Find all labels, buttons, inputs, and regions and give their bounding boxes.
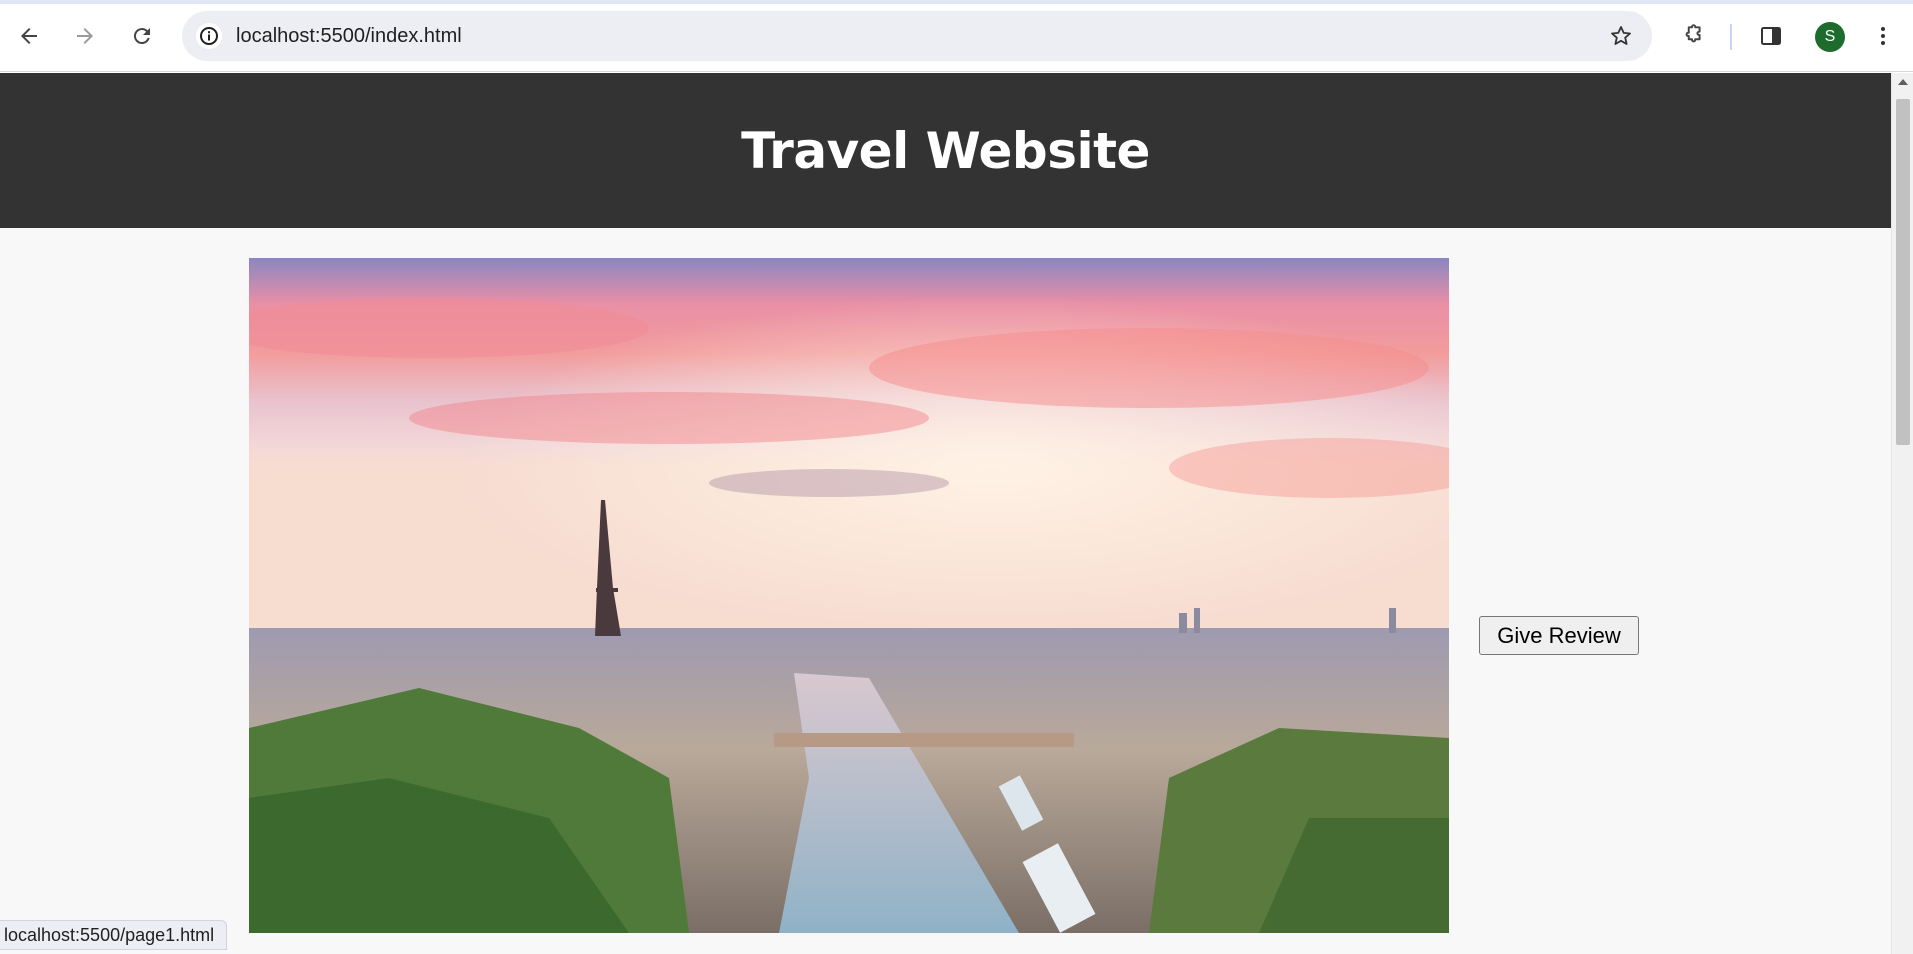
arrow-right-icon (77, 28, 93, 44)
menu-button[interactable] (1863, 16, 1903, 56)
page-title: Travel Website (741, 121, 1150, 180)
scroll-thumb[interactable] (1896, 99, 1910, 445)
site-header: Travel Website (0, 73, 1891, 228)
paris-skyline-image (249, 258, 1449, 933)
browser-toolbar: localhost:5500/index.html S (0, 0, 1913, 72)
forward-button[interactable] (65, 16, 105, 56)
address-bar[interactable]: localhost:5500/index.html (182, 11, 1652, 61)
hero-image[interactable] (249, 258, 1449, 933)
arrow-left-icon (21, 28, 37, 44)
url-text[interactable]: localhost:5500/index.html (236, 25, 462, 48)
puzzle-icon (1685, 24, 1701, 43)
reload-icon (133, 28, 150, 45)
page-viewport: Travel Website Give Review (0, 73, 1891, 954)
toolbar-separator (1730, 24, 1732, 50)
side-panel-icon (1761, 27, 1781, 45)
kebab-menu-icon (1881, 27, 1885, 45)
page-scrollbar[interactable] (1891, 73, 1913, 954)
give-review-button[interactable]: Give Review (1479, 616, 1639, 655)
info-icon[interactable] (196, 23, 222, 49)
extensions-button[interactable] (1672, 16, 1712, 56)
link-status-bubble: localhost:5500/page1.html (0, 920, 228, 950)
scroll-up-icon[interactable] (1898, 79, 1908, 85)
back-button[interactable] (9, 16, 49, 56)
profile-avatar[interactable]: S (1815, 22, 1845, 52)
reload-button[interactable] (122, 16, 162, 56)
star-icon[interactable] (1608, 23, 1634, 49)
tab-strip-edge (0, 0, 1913, 4)
side-panel-button[interactable] (1751, 16, 1791, 56)
